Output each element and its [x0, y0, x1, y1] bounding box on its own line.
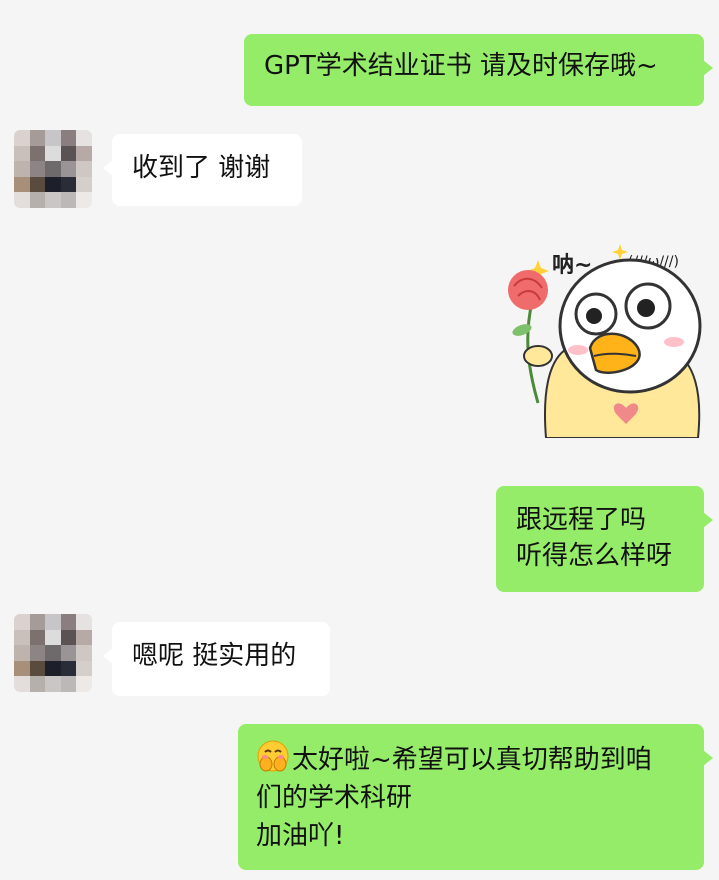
message-text-line: 听得怎么样呀: [516, 541, 673, 571]
message-text: 收到了 谢谢: [132, 153, 271, 183]
message-bubble-received[interactable]: 嗯呢 挺实用的: [103, 622, 330, 696]
message-text-line: 太好啦~希望可以真切帮助到咱: [256, 740, 686, 779]
contact-avatar[interactable]: [14, 614, 92, 692]
message-bubble-sent[interactable]: GPT学术结业证书 请及时保存哦~: [244, 34, 713, 106]
message-text-line: 跟远程了吗: [516, 505, 647, 535]
message-text-line: 加油吖!: [256, 821, 345, 851]
contact-avatar[interactable]: [14, 130, 92, 208]
message-text-line: 们的学术科研: [256, 783, 413, 813]
message-text: GPT学术结业证书 请及时保存哦~: [264, 51, 658, 81]
message-bubble-sent[interactable]: 跟远程了吗 听得怎么样呀: [496, 486, 713, 592]
sparkle-icon: [612, 244, 628, 260]
duck-sticker[interactable]: 呐~ (///ω///): [498, 238, 708, 439]
message-text: 嗯呢 挺实用的: [132, 641, 297, 671]
message-bubble-received[interactable]: 收到了 谢谢: [103, 134, 302, 206]
message-bubble-sent[interactable]: 太好啦~希望可以真切帮助到咱 们的学术科研 加油吖!: [238, 724, 713, 870]
smiling-hands-over-mouth-emoji: [257, 740, 289, 772]
rose-icon: [508, 270, 548, 404]
message-text: 太好啦~希望可以真切帮助到咱: [292, 745, 652, 775]
